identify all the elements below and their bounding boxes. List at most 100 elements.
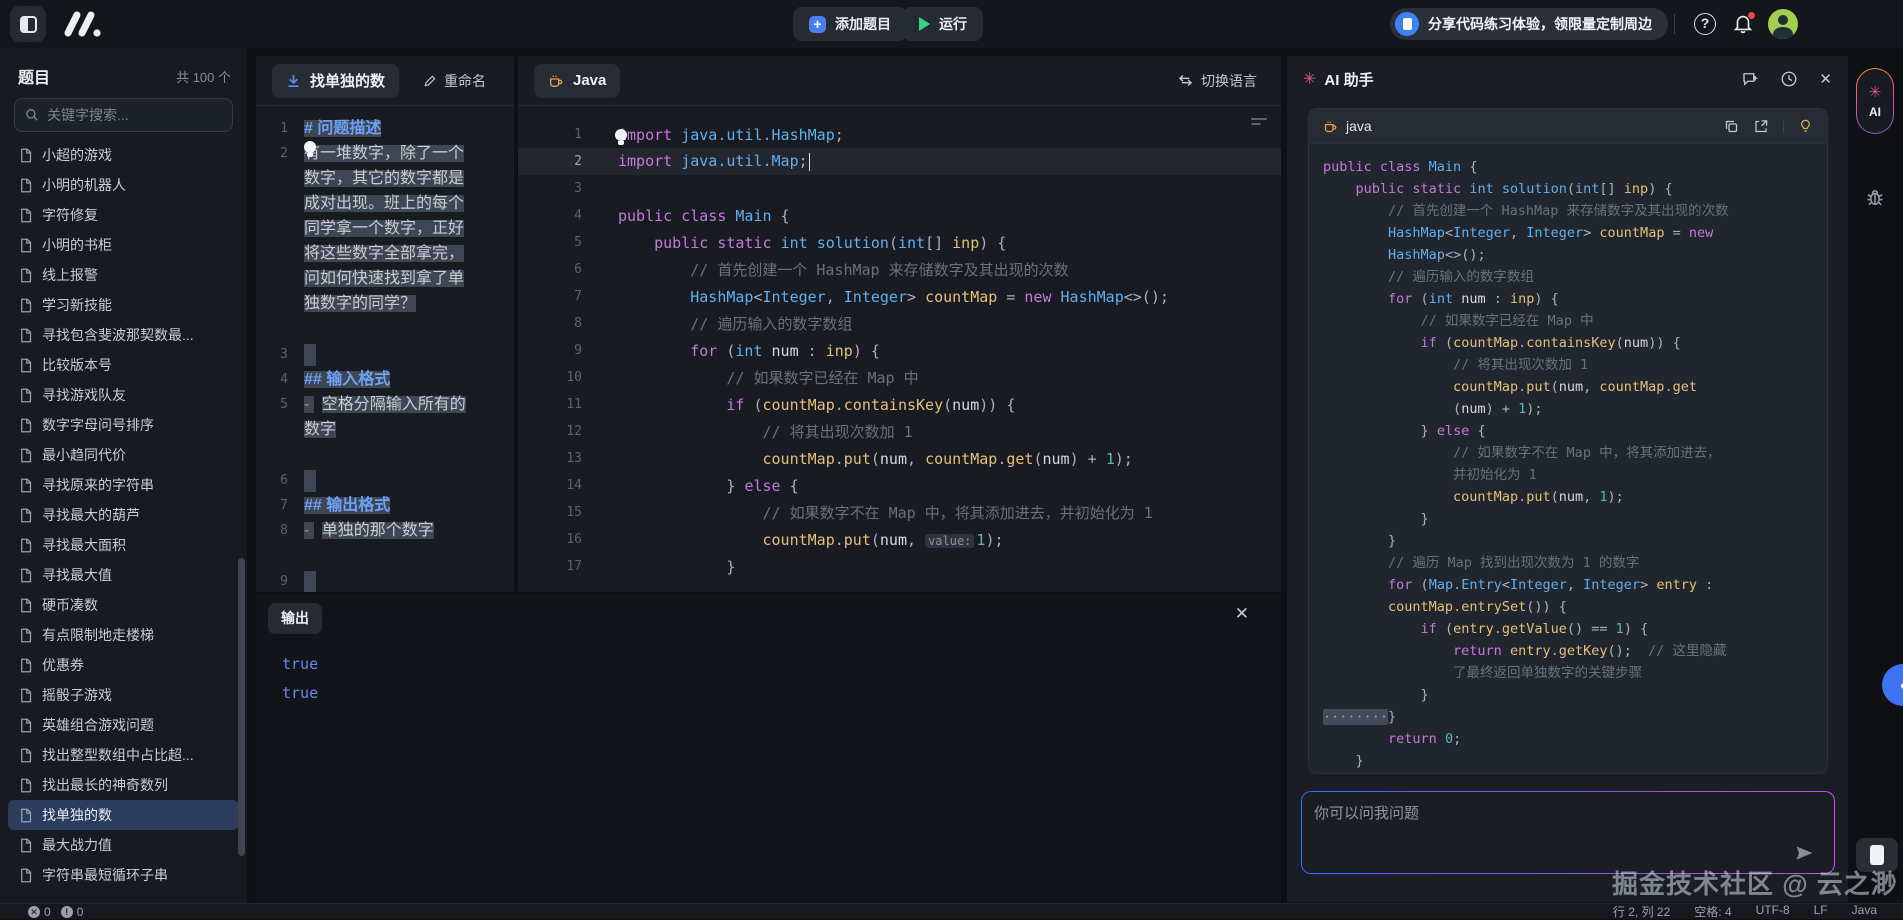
code-editor[interactable]: 1import java.util.HashMap;2import java.u… (518, 106, 1281, 580)
line-number: 5 (256, 392, 304, 442)
sidebar-item[interactable]: 字符修复 (8, 200, 239, 230)
sidebar-item[interactable]: 线上报警 (8, 260, 239, 290)
code-line: 5 public static int solution(int[] inp) … (518, 229, 1281, 256)
code-line: 14 } else { (518, 472, 1281, 499)
ai-code-line: // 如果数字已经在 Map 中 (1323, 310, 1827, 332)
sidebar-item[interactable]: 有点限制地走楼梯 (8, 620, 239, 650)
problem-tab[interactable]: 找单独的数 (272, 64, 399, 98)
line-number: 7 (256, 493, 304, 518)
insert-code-icon[interactable] (1753, 119, 1769, 134)
ai-code-line: countMap.entrySet()) { (1323, 596, 1827, 618)
sidebar-item[interactable]: 找出最长的神奇数列 (8, 770, 239, 800)
sidebar-item-label: 寻找最大面积 (42, 535, 126, 555)
history-icon[interactable] (1780, 70, 1798, 88)
file-icon (18, 808, 33, 823)
rename-button[interactable]: 重命名 (423, 71, 486, 91)
sidebar-toggle-button[interactable] (10, 6, 46, 42)
lightbulb-hint-icon[interactable] (304, 141, 317, 158)
status-bar: ✕ 0 ! 0 行 2, 列 22 空格: 4 UTF-8 LF Java (0, 903, 1903, 919)
code-line: 3 (518, 175, 1281, 202)
help-icon[interactable]: ? (1694, 13, 1716, 35)
ai-code-block: java public class Main { public static i… (1308, 108, 1828, 774)
status-item[interactable]: 空格: 4 (1694, 903, 1731, 920)
avatar[interactable] (1768, 9, 1798, 39)
ai-panel-title: AI 助手 (1324, 69, 1373, 90)
ai-toggle-button[interactable]: ✳ AI (1856, 68, 1894, 134)
sidebar-item[interactable]: 寻找原来的字符串 (8, 470, 239, 500)
file-icon (18, 388, 33, 403)
ai-chat-input[interactable] (1314, 802, 1794, 862)
file-icon (18, 178, 33, 193)
sidebar-item-label: 有点限制地走楼梯 (42, 625, 154, 645)
sidebar-item[interactable]: 寻找最大面积 (8, 530, 239, 560)
sidebar-item[interactable]: 最大战力值 (8, 830, 239, 860)
problems-summary[interactable]: ✕ 0 ! 0 (28, 905, 83, 919)
line-number: 1 (518, 127, 582, 142)
ai-code-line: if (entry.getValue() == 1) { (1323, 618, 1827, 640)
sidebar-scrollbar[interactable] (238, 558, 245, 856)
file-icon (18, 628, 33, 643)
warning-icon: ! (61, 906, 73, 918)
sidebar-item[interactable]: 寻找最大的葫芦 (8, 500, 239, 530)
sidebar-item[interactable]: 学习新技能 (8, 290, 239, 320)
send-icon[interactable] (1794, 843, 1814, 863)
file-icon (18, 268, 33, 283)
markdown-text: ## 输入格式 (304, 371, 390, 388)
ai-code-line: HashMap<>(); (1323, 244, 1827, 266)
sidebar-item[interactable]: 硬币凑数 (8, 590, 239, 620)
code-line: 4public class Main { (518, 202, 1281, 229)
code-line: 16 countMap.put(num, value:1); (518, 526, 1281, 553)
sidebar-item[interactable]: 摇骰子游戏 (8, 680, 239, 710)
run-button[interactable]: 运行 (903, 7, 983, 41)
sidebar-item[interactable]: 寻找包含斐波那契数最... (8, 320, 239, 350)
sidebar-item[interactable]: 寻找最大值 (8, 560, 239, 590)
line-number: 9 (256, 569, 304, 592)
sidebar-item[interactable]: 寻找游戏队友 (8, 380, 239, 410)
status-item[interactable]: 行 2, 列 22 (1613, 903, 1670, 920)
promo-banner[interactable]: 分享代码练习体验，领限量定制周边 (1390, 8, 1668, 40)
sidebar-item[interactable]: 数字字母问号排序 (8, 410, 239, 440)
rename-label: 重命名 (444, 71, 486, 91)
status-right-items: 行 2, 列 22 空格: 4 UTF-8 LF Java (1613, 903, 1877, 920)
switch-language-button[interactable]: 切换语言 (1178, 71, 1257, 91)
sidebar-item[interactable]: 字符串最短循环子串 (8, 860, 239, 890)
search-input[interactable]: 关键字搜索... (14, 98, 233, 132)
code-line: 11 if (countMap.containsKey(num)) { (518, 391, 1281, 418)
language-tab[interactable]: Java (534, 64, 620, 98)
notification-dot (1748, 12, 1755, 19)
lightbulb-hint-icon[interactable] (615, 129, 628, 146)
output-line: true (282, 679, 1281, 708)
add-problem-button[interactable]: + 添加题目 (793, 7, 907, 41)
notification-bell-icon[interactable] (1732, 12, 1756, 36)
ai-chat-input-box[interactable] (1301, 791, 1835, 874)
problem-description-panel: 找单独的数 重命名 1# 问题描述2有一堆数字，除了一个数字，其它的数字都是成对… (256, 56, 514, 592)
sidebar-item[interactable]: 小明的机器人 (8, 170, 239, 200)
sidebar-item[interactable]: 优惠券 (8, 650, 239, 680)
feedback-widget-button[interactable] (1856, 838, 1898, 872)
copy-icon[interactable] (1724, 119, 1739, 134)
status-item[interactable]: Java (1852, 903, 1877, 920)
markdown-editor[interactable]: 1# 问题描述2有一堆数字，除了一个数字，其它的数字都是成对出现。班上的每个同学… (256, 106, 514, 592)
status-item[interactable]: LF (1814, 903, 1828, 920)
ai-close-icon[interactable]: ✕ (1819, 70, 1832, 88)
code-line: 9 for (int num : inp) { (518, 337, 1281, 364)
sidebar-item[interactable]: 英雄组合游戏问题 (8, 710, 239, 740)
sidebar-item[interactable]: 找出整型数组中占比超... (8, 740, 239, 770)
app-logo[interactable] (60, 9, 106, 39)
line-number: 3 (256, 342, 304, 367)
sidebar-item[interactable]: 比较版本号 (8, 350, 239, 380)
ai-code-content: public class Main { public static int so… (1309, 144, 1827, 772)
sidebar-item[interactable]: 最小趋同代价 (8, 440, 239, 470)
sidebar-item[interactable]: 小明的书柜 (8, 230, 239, 260)
status-item[interactable]: UTF-8 (1756, 903, 1790, 920)
minimap[interactable] (1251, 118, 1267, 128)
file-icon (18, 148, 33, 163)
debug-bug-icon[interactable] (1865, 188, 1885, 208)
output-close-icon[interactable]: ✕ (1235, 604, 1249, 624)
sidebar-item[interactable]: 找单独的数 (8, 800, 239, 830)
sidebar-item[interactable]: 小超的游戏 (8, 140, 239, 170)
sidebar-item-label: 寻找游戏队友 (42, 385, 126, 405)
lightbulb-icon[interactable] (1798, 118, 1813, 134)
new-chat-icon[interactable] (1741, 70, 1759, 88)
sidebar-item-label: 寻找包含斐波那契数最... (42, 325, 194, 345)
